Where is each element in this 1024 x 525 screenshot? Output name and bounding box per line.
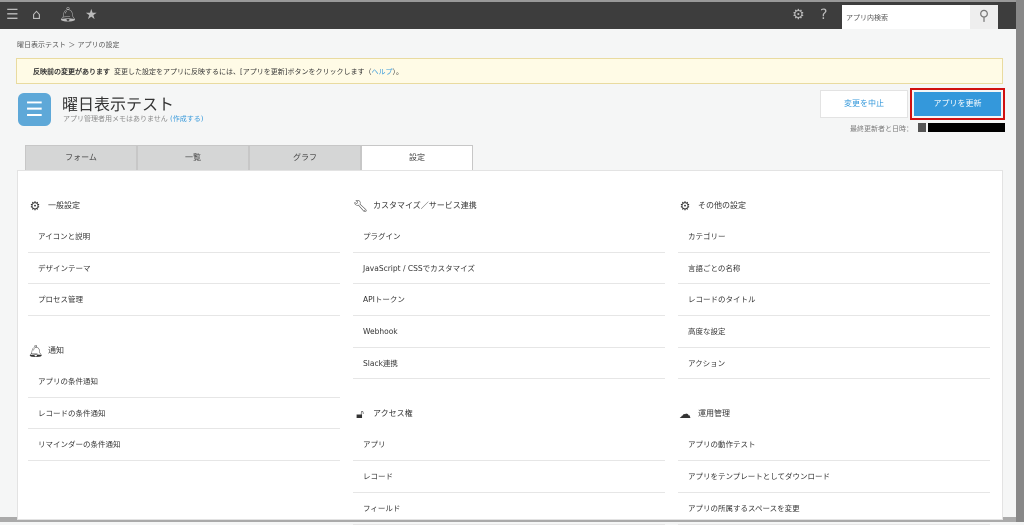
section-title: 通知: [48, 346, 64, 356]
redacted-user: [928, 123, 1005, 132]
section-header: ⚙ 一般設定: [28, 191, 340, 221]
settings-panel: ⚙ 一般設定 アイコンと説明 デザインテーマ プロセス管理 🔔︎ 通知 アプリの条件通知 レコー…: [17, 170, 1003, 525]
user-icon: [918, 123, 926, 132]
section-title: その他の設定: [698, 201, 746, 210]
settings-link[interactable]: アクション: [678, 348, 990, 380]
top-bar: ☰ ⌂ 🔔︎ ★ ⚙ ? アプリ内検索 ⚲: [0, 0, 1016, 29]
bell-icon[interactable]: 🔔︎: [59, 7, 77, 23]
home-icon[interactable]: ⌂: [32, 7, 41, 23]
settings-link[interactable]: プロセス管理: [28, 284, 340, 317]
wrench-icon: 🔧︎: [353, 199, 369, 213]
lock-icon: 🔓︎: [356, 407, 364, 422]
app-memo: アプリ管理者用メモはありません (作成する): [63, 114, 204, 124]
cloud-icon: ☁: [679, 407, 691, 422]
settings-link[interactable]: アプリの動作テスト: [678, 429, 990, 462]
menu-icon[interactable]: ☰: [6, 7, 19, 23]
search-icon: ⚲: [978, 8, 990, 24]
last-updated-label: 最終更新者と日時：: [850, 125, 913, 133]
notice-title: 反映前の変更があります: [33, 68, 110, 76]
section-title: アクセス権: [373, 409, 413, 419]
tab-graph[interactable]: グラフ: [249, 145, 361, 171]
settings-link[interactable]: デザインテーマ: [28, 253, 340, 285]
section-header: ⚙ その他の設定: [678, 191, 990, 221]
tab-list[interactable]: 一覧: [137, 145, 249, 171]
settings-column: 🔧︎ カスタマイズ／サービス連携プラグイン JavaScript / CSSでカスタ…: [353, 191, 665, 525]
section-header: 🔧︎ カスタマイズ／サービス連携: [353, 191, 665, 221]
settings-link[interactable]: リマインダーの条件通知: [28, 429, 340, 462]
settings-link[interactable]: 言語ごとの名称: [678, 253, 990, 285]
star-icon[interactable]: ★: [85, 7, 98, 23]
settings-link[interactable]: Slack連携: [353, 348, 665, 380]
settings-link[interactable]: アイコンと説明: [28, 221, 340, 253]
settings-link[interactable]: レコードの条件通知: [28, 398, 340, 430]
vertical-scrollbar[interactable]: [1016, 0, 1024, 522]
settings-link[interactable]: レコード: [353, 461, 665, 493]
pending-changes-notice: 反映前の変更があります 変更した設定をアプリに反映するには、[アプリを更新]ボタン…: [16, 58, 1003, 84]
tab-form[interactable]: フォーム: [25, 145, 137, 171]
search-button[interactable]: ⚲: [970, 5, 998, 29]
cancel-changes-button[interactable]: 変更を中止: [820, 90, 908, 118]
section-title: 一般設定: [48, 201, 80, 210]
tab-settings[interactable]: 設定: [361, 145, 473, 171]
settings-link[interactable]: プラグイン: [353, 221, 665, 253]
app-search-input[interactable]: アプリ内検索: [842, 5, 970, 29]
settings-link[interactable]: フィールド: [353, 493, 665, 525]
settings-column: ⚙ 一般設定アイコンと説明 デザインテーマ プロセス管理 🔔︎ 通知アプリの条件通知 レコー…: [28, 191, 340, 462]
settings-link[interactable]: アプリをテンプレートとしてダウンロード: [678, 461, 990, 493]
settings-tabs: フォーム 一覧 グラフ 設定: [25, 145, 473, 171]
create-memo-link[interactable]: (作成する): [170, 115, 203, 123]
section-title: カスタマイズ／サービス連携: [373, 201, 477, 210]
settings-link[interactable]: レコードのタイトル: [678, 284, 990, 317]
settings-link[interactable]: APIトークン: [353, 284, 665, 317]
breadcrumb[interactable]: 曜日表示テスト ＞ アプリの設定: [17, 40, 119, 50]
settings-link[interactable]: アプリの所属するスペースを変更: [678, 493, 990, 525]
help-icon[interactable]: ?: [820, 7, 827, 23]
update-app-button[interactable]: アプリを更新: [910, 88, 1005, 120]
notice-tail: ）。: [392, 68, 403, 76]
section-header: 🔔︎ 通知: [28, 336, 340, 366]
settings-link[interactable]: JavaScript / CSSでカスタマイズ: [353, 253, 665, 285]
section-header: ☁ 運用管理: [678, 399, 990, 429]
update-app-label: アプリを更新: [914, 92, 1001, 116]
section-title: 運用管理: [698, 409, 730, 419]
section-header: 🔓︎ アクセス権: [353, 399, 665, 429]
settings-link[interactable]: Webhook: [353, 316, 665, 348]
memo-text: アプリ管理者用メモはありません: [63, 115, 168, 123]
page-title: 曜日表示テスト: [62, 95, 175, 114]
bell-icon: 🔔︎: [28, 344, 44, 359]
settings-link[interactable]: カテゴリー: [678, 221, 990, 253]
notice-text: 変更した設定をアプリに反映するには、[アプリを更新]ボタンをクリックします（: [114, 68, 372, 76]
settings-link[interactable]: アプリの条件通知: [28, 366, 340, 398]
settings-link[interactable]: アプリ: [353, 429, 665, 462]
help-link[interactable]: ヘルプ: [371, 68, 392, 76]
gear-icon[interactable]: ⚙: [792, 7, 805, 23]
app-list-icon: ☰: [18, 93, 51, 126]
gears-icon: ⚙: [679, 199, 691, 213]
settings-link[interactable]: 高度な設定: [678, 316, 990, 348]
settings-column: ⚙ その他の設定カテゴリー 言語ごとの名称 レコードのタイトル 高度な設定 アクション ☁ 運…: [678, 191, 990, 525]
gear-icon: ⚙: [29, 199, 41, 213]
